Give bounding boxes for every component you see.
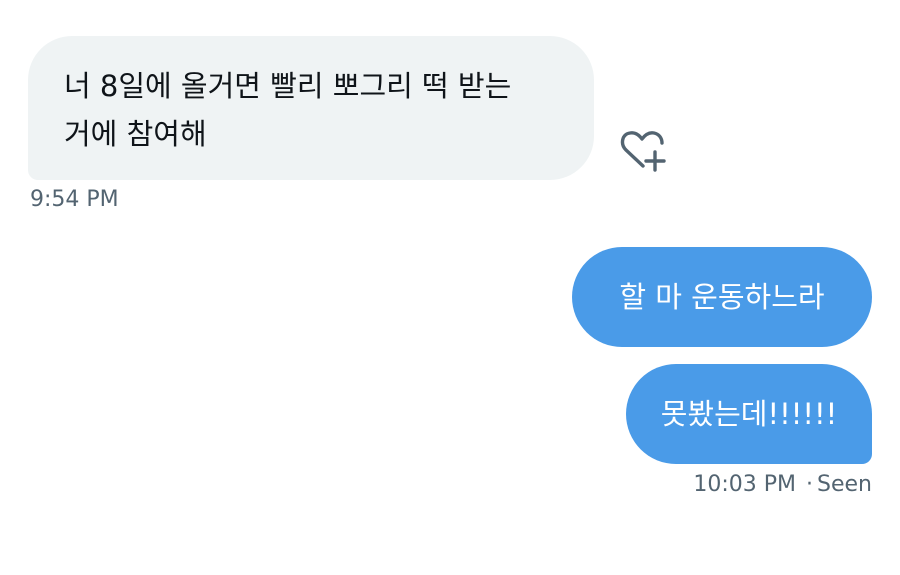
incoming-message-text: 너 8일에 올거면 빨리 뽀그리 떡 받는 거에 참여해 xyxy=(64,69,512,151)
heart-plus-icon xyxy=(620,131,666,172)
status-separator: · xyxy=(806,472,814,497)
outgoing-message-text: 할 마 운동하느라 xyxy=(619,280,825,314)
incoming-message-bubble[interactable]: 너 8일에 올거면 빨리 뽀그리 떡 받는 거에 참여해 xyxy=(28,36,594,180)
outgoing-status: 10:03 PM · Seen xyxy=(693,471,872,499)
outgoing-timestamp: 10:03 PM xyxy=(693,472,797,497)
outgoing-message-bubble[interactable]: 못봤는데!!!!!! xyxy=(626,364,872,464)
add-reaction-button[interactable] xyxy=(616,128,668,176)
incoming-timestamp: 9:54 PM xyxy=(30,187,119,212)
outgoing-message-text: 못봤는데!!!!!! xyxy=(660,397,838,431)
outgoing-message-bubble[interactable]: 할 마 운동하느라 xyxy=(572,247,872,347)
conversation: 너 8일에 올거면 빨리 뽀그리 떡 받는 거에 참여해 9:54 PM 할 마… xyxy=(0,0,900,575)
seen-status: Seen xyxy=(817,472,872,497)
